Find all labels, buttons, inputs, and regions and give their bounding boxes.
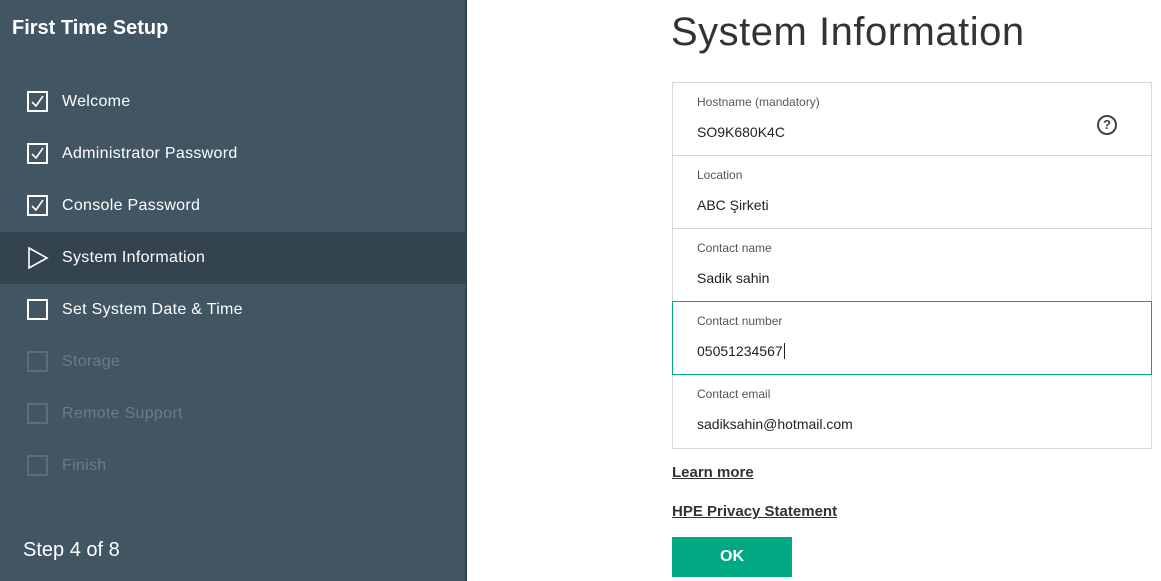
step-counter: Step 4 of 8 (23, 539, 120, 561)
text-caret (783, 343, 785, 359)
privacy-statement-link[interactable]: HPE Privacy Statement (672, 503, 837, 520)
step-label: System Information (62, 249, 206, 266)
contact-name-input[interactable]: Sadik sahin (697, 270, 1077, 286)
play-triangle-icon (28, 247, 49, 269)
sidebar-title: First Time Setup (12, 17, 169, 39)
location-input[interactable]: ABC Şirketi (697, 197, 1077, 213)
contact-number-input[interactable]: 05051234567 (697, 343, 1077, 359)
contact-number-field[interactable]: Contact number 05051234567 (672, 301, 1152, 375)
empty-checkbox-icon (27, 403, 48, 424)
step-storage: Storage (0, 336, 465, 388)
empty-checkbox-icon (27, 455, 48, 476)
sidebar: First Time Setup Welcome Administrator P… (0, 0, 467, 581)
step-welcome[interactable]: Welcome (0, 76, 465, 128)
field-label: Hostname (mandatory) (697, 95, 820, 109)
step-administrator-password[interactable]: Administrator Password (0, 128, 465, 180)
step-label: Console Password (62, 197, 201, 214)
steps-list: Welcome Administrator Password Console P… (0, 76, 465, 492)
hostname-input[interactable]: SO9K680K4C (697, 124, 1077, 140)
field-label: Contact email (697, 387, 771, 401)
empty-checkbox-icon (27, 299, 48, 320)
step-label: Remote Support (62, 405, 183, 422)
step-label: Welcome (62, 93, 131, 110)
page-title: System Information (671, 10, 1025, 54)
system-information-form: Hostname (mandatory) SO9K680K4C ? Locati… (672, 82, 1152, 449)
step-label: Finish (62, 457, 107, 474)
step-console-password[interactable]: Console Password (0, 180, 465, 232)
empty-checkbox-icon (27, 351, 48, 372)
question-circle-icon[interactable]: ? (1097, 115, 1117, 135)
contact-email-input[interactable]: sadiksahin@hotmail.com (697, 416, 1077, 432)
step-label: Storage (62, 353, 121, 370)
step-set-system-date-time[interactable]: Set System Date & Time (0, 284, 465, 336)
checked-checkbox-icon (27, 91, 48, 112)
field-label: Contact number (697, 314, 783, 328)
page: First Time Setup Welcome Administrator P… (0, 0, 1161, 581)
checked-checkbox-icon (27, 195, 48, 216)
hostname-field[interactable]: Hostname (mandatory) SO9K680K4C ? (672, 82, 1152, 155)
step-remote-support: Remote Support (0, 388, 465, 440)
contact-name-field[interactable]: Contact name Sadik sahin (672, 228, 1152, 301)
learn-more-link[interactable]: Learn more (672, 464, 754, 481)
location-field[interactable]: Location ABC Şirketi (672, 155, 1152, 228)
contact-number-text: 05051234567 (697, 343, 783, 359)
ok-button[interactable]: OK (672, 537, 792, 577)
contact-email-field[interactable]: Contact email sadiksahin@hotmail.com (672, 375, 1152, 449)
step-finish: Finish (0, 440, 465, 492)
field-label: Contact name (697, 241, 772, 255)
step-label: Set System Date & Time (62, 301, 243, 318)
step-label: Administrator Password (62, 145, 238, 162)
checked-checkbox-icon (27, 143, 48, 164)
field-label: Location (697, 168, 743, 182)
step-system-information[interactable]: System Information (0, 232, 465, 284)
